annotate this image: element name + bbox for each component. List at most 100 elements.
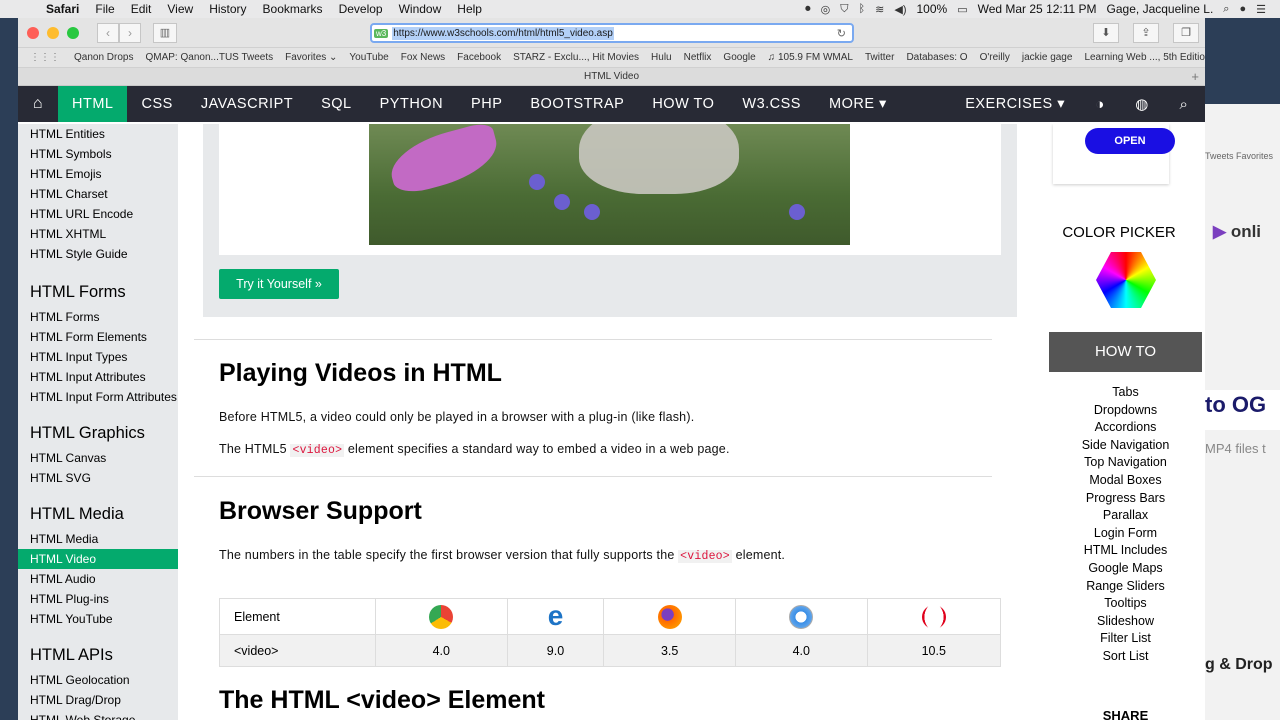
sidebar-item[interactable]: HTML Emojis <box>18 164 178 184</box>
favorite-link[interactable]: Twitter <box>859 52 900 63</box>
favorite-link[interactable]: Qanon Drops <box>68 52 139 63</box>
share-icon[interactable]: ⇪ <box>1133 23 1159 43</box>
sidebar-item[interactable]: HTML Drag/Drop <box>18 690 178 710</box>
clock[interactable]: Wed Mar 25 12:11 PM <box>978 2 1097 16</box>
nav-more[interactable]: MORE ▾ <box>815 86 901 122</box>
battery-percent[interactable]: 100% <box>916 2 947 16</box>
home-icon[interactable]: ⌂ <box>18 86 58 122</box>
creative-cloud-icon[interactable]: ◎ <box>821 3 831 16</box>
video-player[interactable] <box>369 124 850 245</box>
user-name[interactable]: Gage, Jacqueline L. <box>1107 2 1214 16</box>
menu-edit[interactable]: Edit <box>123 2 160 16</box>
siri-icon[interactable]: ● <box>1239 3 1246 15</box>
nav-css[interactable]: CSS <box>127 86 186 122</box>
url-text[interactable]: https://www.w3schools.com/html/html5_vid… <box>392 26 614 40</box>
favorite-link[interactable]: jackie gage <box>1016 52 1079 63</box>
favorite-link[interactable]: Fox News <box>395 52 451 63</box>
wifi-icon[interactable]: ≋ <box>875 3 884 16</box>
favorite-link[interactable]: Netflix <box>678 52 718 63</box>
howto-link[interactable]: HTML Includes <box>1049 542 1202 560</box>
favorite-link[interactable]: STARZ - Exclu..., Hit Movies <box>507 52 645 63</box>
back-button[interactable]: ‹ <box>97 22 119 43</box>
howto-link[interactable]: Accordions <box>1049 419 1202 437</box>
tabs-overview-icon[interactable]: ❐ <box>1173 23 1199 43</box>
forward-button[interactable]: › <box>119 22 141 43</box>
howto-link[interactable]: Google Maps <box>1049 560 1202 578</box>
sidebar-item[interactable]: HTML SVG <box>18 468 178 488</box>
favorite-link[interactable]: YouTube <box>343 52 394 63</box>
howto-link[interactable]: Slideshow <box>1049 613 1202 631</box>
sidebar-item[interactable]: HTML Input Types <box>18 347 178 367</box>
howto-link[interactable]: Dropdowns <box>1049 402 1202 420</box>
minimize-window-button[interactable] <box>47 26 59 39</box>
sidebar-item-active[interactable]: HTML Video <box>18 549 178 569</box>
sidebar-toggle-icon[interactable]: ▥ <box>153 22 177 43</box>
howto-link[interactable]: Filter List <box>1049 630 1202 648</box>
new-tab-icon[interactable]: + <box>1191 68 1199 86</box>
close-window-button[interactable] <box>27 26 39 39</box>
howto-link[interactable]: Login Form <box>1049 525 1202 543</box>
dark-mode-icon[interactable]: ◑ <box>1079 96 1121 113</box>
howto-link[interactable]: Side Navigation <box>1049 437 1202 455</box>
menu-help[interactable]: Help <box>449 2 490 16</box>
sidebar-item[interactable]: HTML URL Encode <box>18 204 178 224</box>
volume-icon[interactable]: ◀) <box>894 3 906 16</box>
screen-record-icon[interactable]: ⏺ <box>805 3 811 16</box>
sidebar-item[interactable]: HTML Input Attributes <box>18 367 178 387</box>
sidebar-item[interactable]: HTML Form Elements <box>18 327 178 347</box>
nav-html[interactable]: HTML <box>58 86 128 122</box>
sidebar-item[interactable]: HTML Geolocation <box>18 670 178 690</box>
menu-bookmarks[interactable]: Bookmarks <box>255 2 331 16</box>
bluetooth-icon[interactable]: ᛒ <box>859 3 866 15</box>
sidebar-item[interactable]: HTML XHTML <box>18 224 178 244</box>
menu-window[interactable]: Window <box>391 2 450 16</box>
nav-sql[interactable]: SQL <box>307 86 366 122</box>
background-window[interactable]: Tweets Favorites ▶ onli to OG MP4 files … <box>1205 104 1280 720</box>
sidebar-item[interactable]: HTML Input Form Attributes <box>18 387 178 407</box>
howto-link[interactable]: Tooltips <box>1049 595 1202 613</box>
try-it-yourself-button[interactable]: Try it Yourself » <box>219 269 339 299</box>
spotlight-icon[interactable]: ⌕ <box>1223 3 1229 16</box>
menu-history[interactable]: History <box>201 2 254 16</box>
globe-icon[interactable]: ◍ <box>1121 95 1163 113</box>
favorite-link[interactable]: Google <box>717 52 761 63</box>
downloads-icon[interactable]: ⬇ <box>1093 23 1119 43</box>
sidebar-item[interactable]: HTML Forms <box>18 307 178 327</box>
favorite-link[interactable]: QMAP: Qanon...TUS Tweets <box>139 52 279 63</box>
search-icon[interactable]: ⌕ <box>1163 96 1205 113</box>
sidebar-item[interactable]: HTML Plug-ins <box>18 589 178 609</box>
top-sites-grid-icon[interactable]: ⋮⋮⋮ <box>30 52 60 63</box>
menu-develop[interactable]: Develop <box>331 2 391 16</box>
reload-icon[interactable]: ↻ <box>837 27 846 40</box>
nav-w3css[interactable]: W3.CSS <box>728 86 815 122</box>
nav-howto[interactable]: HOW TO <box>638 86 728 122</box>
tab-title[interactable]: HTML Video <box>584 71 639 82</box>
color-picker-icon[interactable] <box>1096 252 1156 308</box>
nav-bootstrap[interactable]: BOOTSTRAP <box>516 86 638 122</box>
howto-link[interactable]: Top Navigation <box>1049 454 1202 472</box>
favorite-link[interactable]: Facebook <box>451 52 507 63</box>
howto-link[interactable]: Parallax <box>1049 507 1202 525</box>
howto-link[interactable]: Sort List <box>1049 648 1202 666</box>
battery-icon[interactable]: ▭ <box>957 3 967 16</box>
howto-link[interactable]: Modal Boxes <box>1049 472 1202 490</box>
favorite-folder[interactable]: Favorites ⌄ <box>279 52 343 63</box>
open-button[interactable]: OPEN <box>1085 128 1175 154</box>
sidebar-item[interactable]: HTML YouTube <box>18 609 178 629</box>
nav-python[interactable]: PYTHON <box>366 86 457 122</box>
sidebar-item[interactable]: HTML Style Guide <box>18 244 178 264</box>
favorite-link[interactable]: O'reilly <box>974 52 1016 63</box>
notification-center-icon[interactable]: ☰ <box>1256 3 1266 16</box>
menu-view[interactable]: View <box>159 2 201 16</box>
sidebar-item[interactable]: HTML Charset <box>18 184 178 204</box>
sidebar-item[interactable]: HTML Audio <box>18 569 178 589</box>
sidebar-item[interactable]: HTML Canvas <box>18 448 178 468</box>
sidebar-item[interactable]: HTML Entities <box>18 124 178 144</box>
nav-exercises[interactable]: EXERCISES ▾ <box>951 86 1079 122</box>
favorite-link[interactable]: Databases: O <box>900 52 973 63</box>
favorite-link[interactable]: Hulu <box>645 52 678 63</box>
address-bar[interactable]: w3 https://www.w3schools.com/html/html5_… <box>370 23 854 43</box>
sidebar-item[interactable]: HTML Web Storage <box>18 710 178 720</box>
nav-php[interactable]: PHP <box>457 86 516 122</box>
menu-file[interactable]: File <box>87 2 122 16</box>
